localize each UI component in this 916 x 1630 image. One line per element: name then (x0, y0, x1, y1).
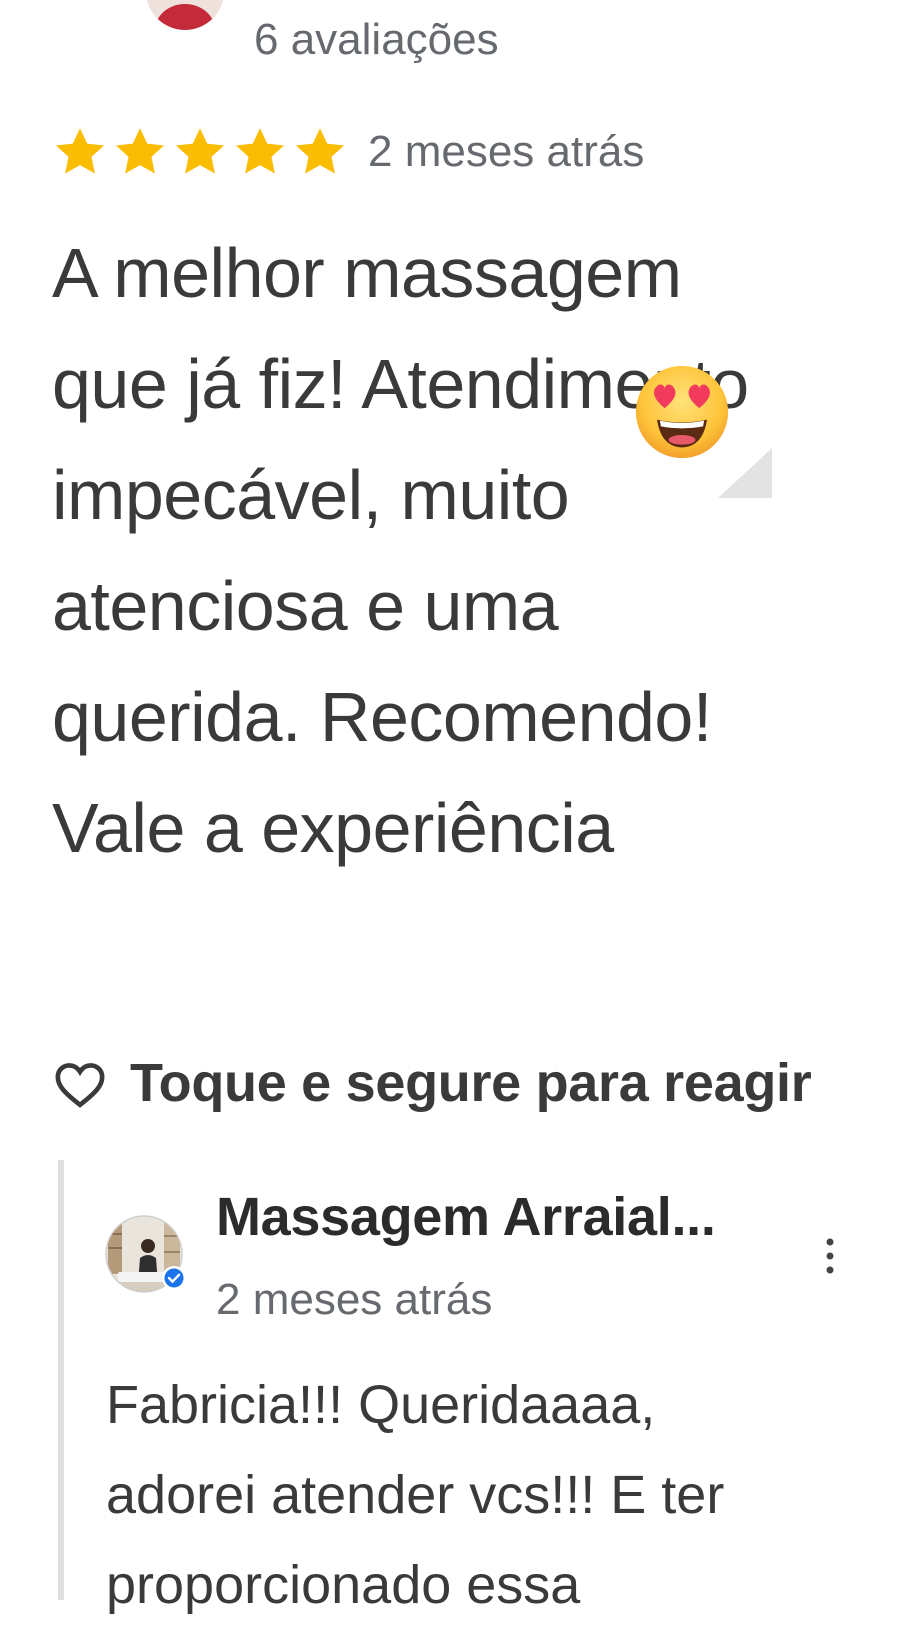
react-button[interactable]: Toque e segure para reagir (52, 1048, 812, 1118)
rating-row: 2 meses atrás (52, 122, 644, 182)
bubble-corner-icon (718, 448, 772, 498)
more-vert-icon (826, 1238, 834, 1274)
reviewer-avatar[interactable] (146, 0, 224, 30)
heart-eyes-emoji-icon (635, 365, 729, 459)
reviewer-review-count: 6 avaliações (254, 15, 499, 64)
star-icon (295, 128, 345, 174)
review-date: 2 meses atrás (368, 127, 645, 176)
react-label: Toque e segure para reagir (130, 1053, 812, 1113)
owner-reply-date: 2 meses atrás (216, 1275, 493, 1324)
review-text: A melhor massagem que já fiz! Atendiment… (52, 234, 749, 867)
star-icon (115, 128, 165, 174)
owner-name[interactable]: Massagem Arraial... (216, 1182, 716, 1252)
heart-outline-icon (55, 1063, 105, 1108)
more-options-button[interactable] (808, 1226, 852, 1286)
star-rating (52, 124, 348, 180)
owner-reply-text: Fabricia!!! Queridaaaa, adorei atender v… (106, 1375, 725, 1615)
verified-badge-icon (162, 1266, 186, 1290)
star-icon (175, 128, 225, 174)
reply-indent-bar (58, 1160, 64, 1600)
owner-avatar[interactable] (104, 1214, 186, 1296)
star-icon (235, 128, 285, 174)
reviewer-photo (146, 0, 224, 30)
star-icon (55, 128, 105, 174)
